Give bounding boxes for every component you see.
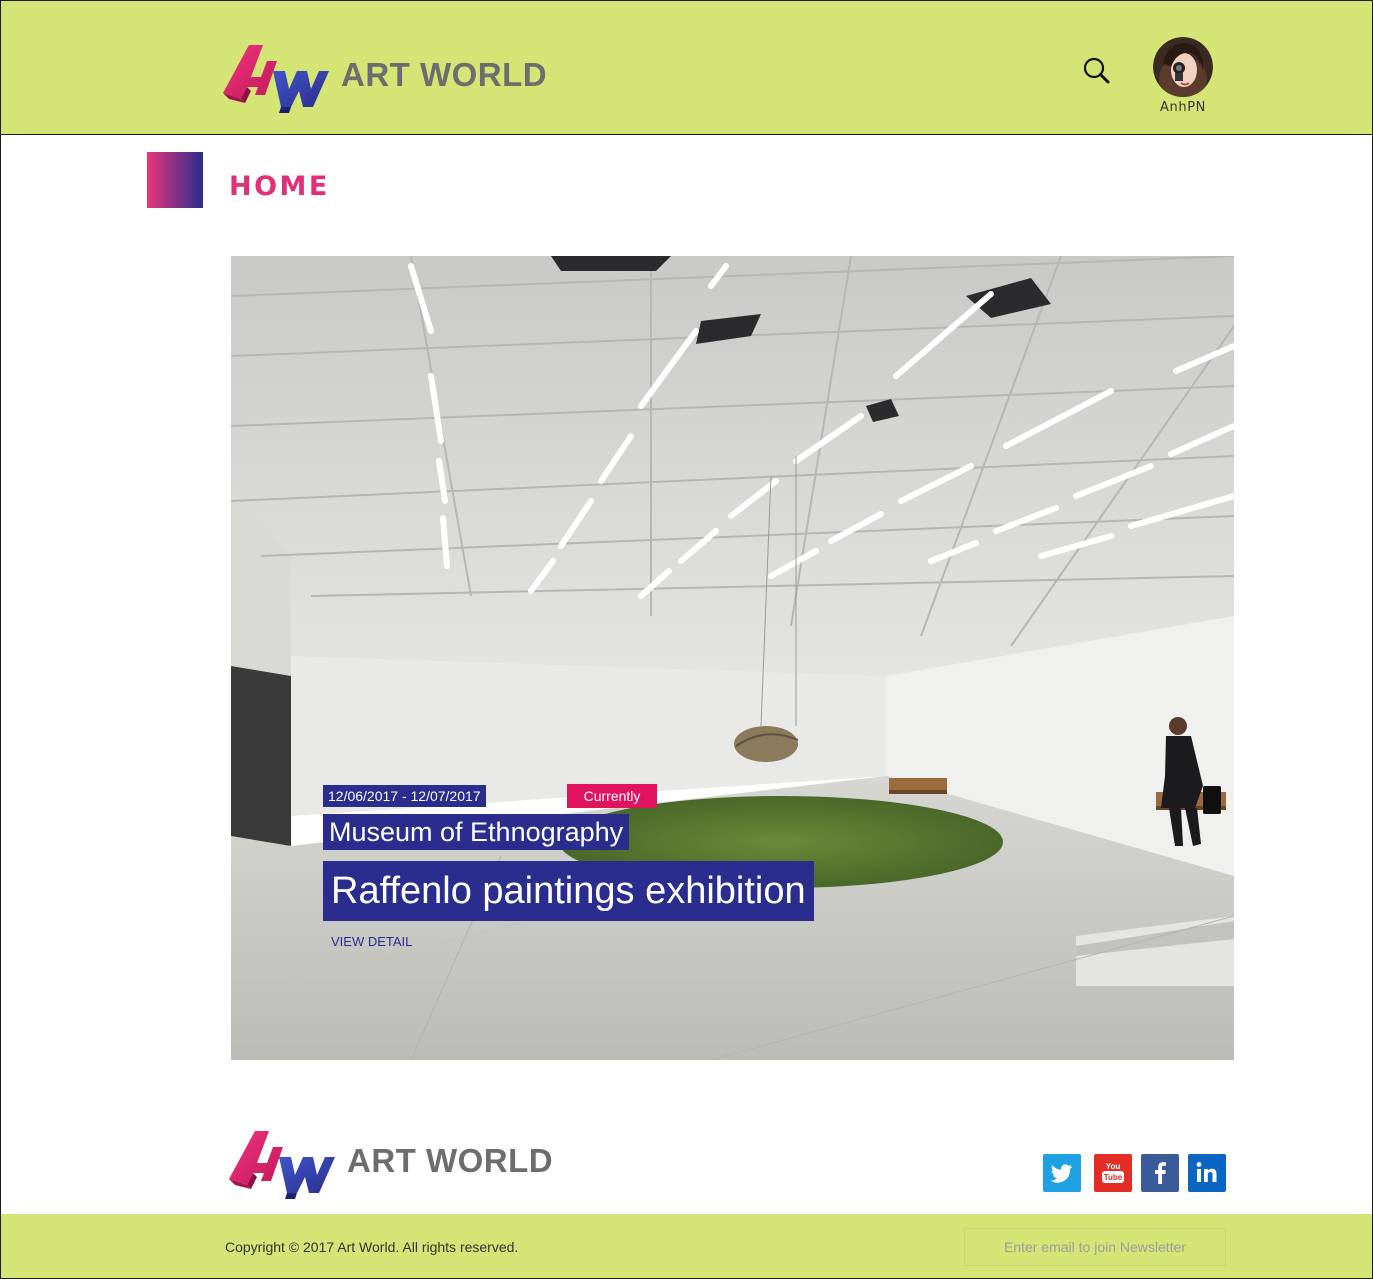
- date-range-badge: 12/06/2017 - 12/07/2017: [323, 785, 486, 807]
- newsletter-email-input[interactable]: [964, 1228, 1226, 1266]
- footer-logo[interactable]: ART WORLD: [227, 1123, 553, 1199]
- search-icon[interactable]: [1081, 55, 1113, 87]
- venue-name: Museum of Ethnography: [323, 814, 630, 850]
- copyright-text: Copyright © 2017 Art World. All rights r…: [225, 1239, 519, 1255]
- youtube-icon[interactable]: You Tube: [1094, 1154, 1132, 1192]
- footer-bar: Copyright © 2017 Art World. All rights r…: [1, 1214, 1372, 1278]
- linkedin-icon[interactable]: [1188, 1154, 1226, 1192]
- exhibition-title[interactable]: Raffenlo paintings exhibition: [323, 861, 814, 921]
- aw-logo-icon: [223, 45, 329, 113]
- view-detail-link[interactable]: VIEW DETAIL: [331, 934, 412, 949]
- site-header: ART WORLD AnhPN: [1, 1, 1372, 135]
- user-menu[interactable]: AnhPN: [1151, 37, 1215, 115]
- page-title: HOME: [229, 171, 330, 202]
- facebook-icon[interactable]: [1141, 1154, 1179, 1192]
- user-name[interactable]: AnhPN: [1151, 100, 1215, 115]
- svg-text:You: You: [1106, 1162, 1121, 1171]
- brand-name: ART WORLD: [341, 56, 548, 93]
- header-logo[interactable]: ART WORLD: [221, 37, 547, 113]
- twitter-icon[interactable]: [1043, 1154, 1081, 1192]
- avatar-icon[interactable]: [1153, 37, 1213, 97]
- svg-text:Tube: Tube: [1104, 1173, 1123, 1182]
- status-badge: Currently: [567, 784, 657, 808]
- title-accent-block: [147, 152, 203, 208]
- brand-name: ART WORLD: [347, 1142, 554, 1179]
- aw-logo-icon: [229, 1131, 335, 1199]
- featured-exhibition-card[interactable]: 12/06/2017 - 12/07/2017 Currently Museum…: [231, 256, 1234, 1060]
- page-frame: ART WORLD AnhPN HOME 12/06/2017 - 12/07/…: [0, 0, 1373, 1279]
